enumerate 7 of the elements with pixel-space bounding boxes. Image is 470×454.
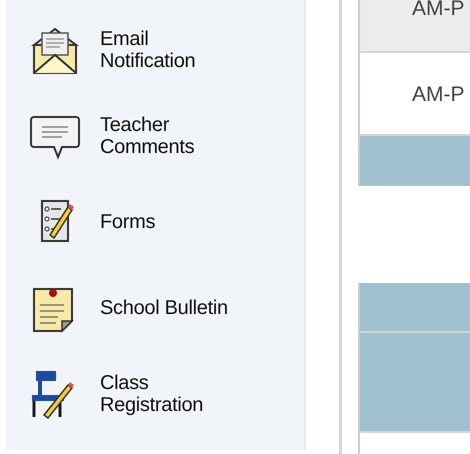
sidebar-link[interactable]: Forms: [6, 179, 156, 265]
table-header-cell: AM-P: [360, 0, 470, 53]
sidebar-link[interactable]: Teacher Comments: [6, 93, 194, 179]
sidebar-link[interactable]: School Bulletin: [6, 265, 228, 351]
sidebar-link[interactable]: Class Registration: [6, 351, 204, 437]
sidebar-link[interactable]: Email Notification: [6, 7, 196, 93]
envelope-icon: [30, 25, 80, 75]
